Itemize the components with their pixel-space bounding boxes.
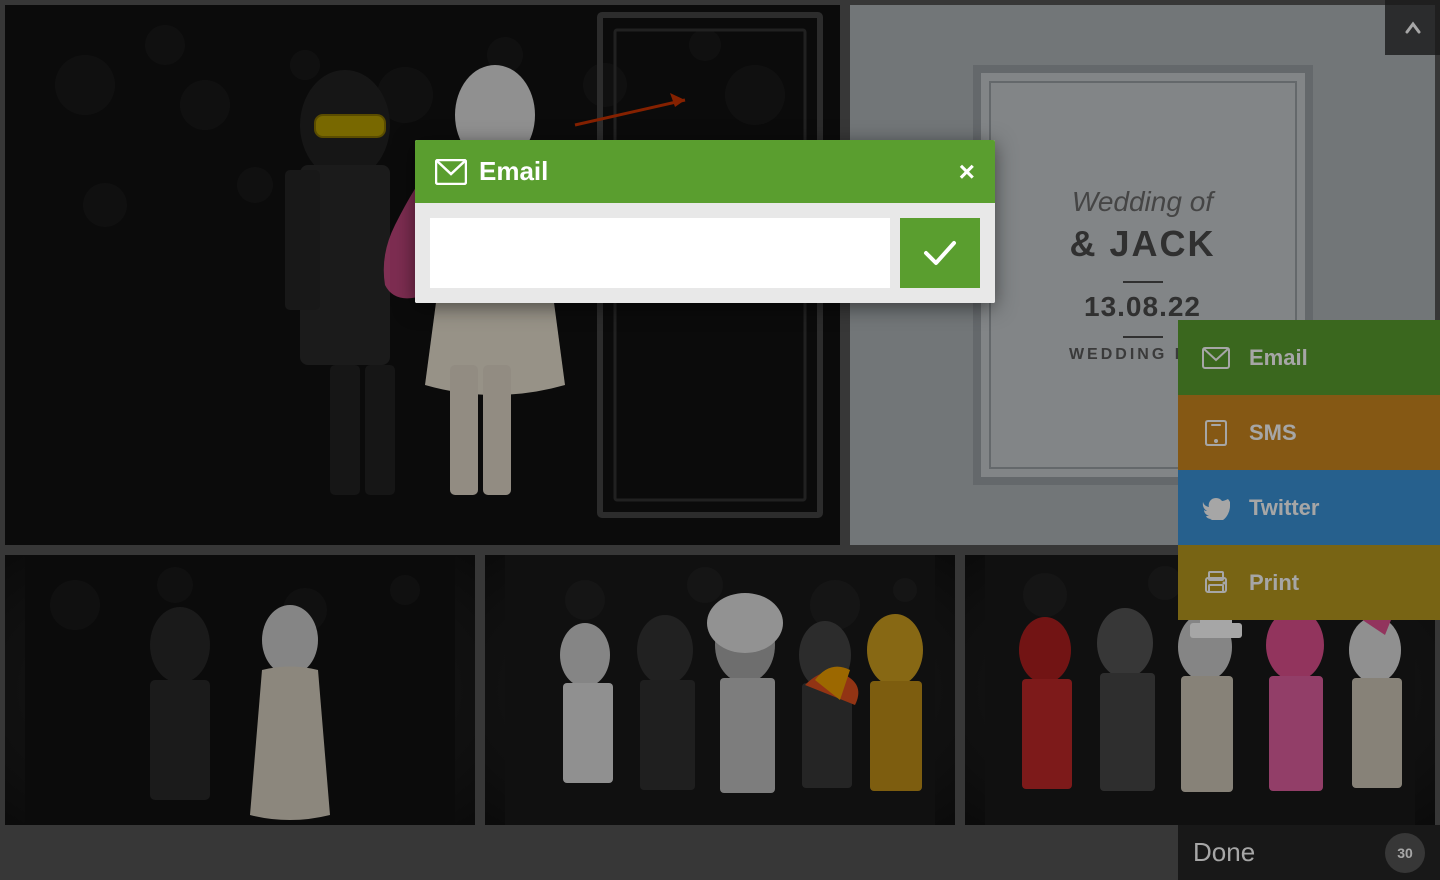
modal-email-icon bbox=[435, 159, 467, 185]
modal-close-button[interactable]: × bbox=[959, 158, 975, 186]
modal-body bbox=[415, 203, 995, 303]
modal-header: Email × bbox=[415, 140, 995, 203]
modal-title-area: Email bbox=[435, 156, 548, 187]
checkmark-icon bbox=[922, 239, 958, 267]
email-submit-button[interactable] bbox=[900, 218, 980, 288]
email-modal: Email × bbox=[415, 140, 995, 303]
modal-title-text: Email bbox=[479, 156, 548, 187]
modal-backdrop bbox=[0, 0, 1440, 880]
email-input-field[interactable] bbox=[430, 218, 890, 288]
